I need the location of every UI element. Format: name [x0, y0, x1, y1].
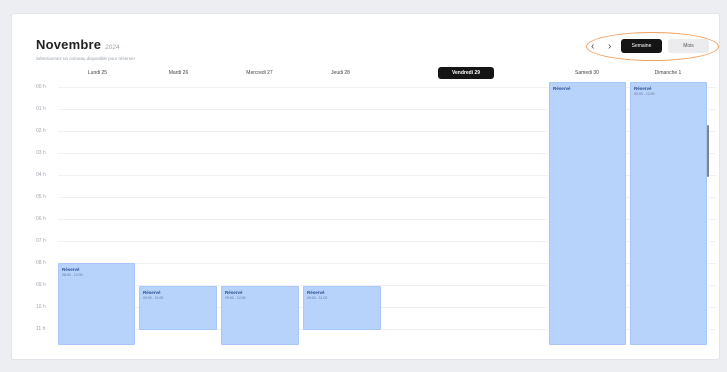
day-header-tuesday[interactable]: Mardi 26 [143, 67, 214, 79]
hour-label: 11 h [36, 326, 46, 332]
event-wednesday-reserved[interactable]: Réservé 09:00 - 12:00 [221, 286, 299, 345]
hour-label: 05 h [36, 194, 46, 200]
hour-label: 09 h [36, 282, 46, 288]
event-time: 00:00 - 12:00 [634, 92, 655, 96]
event-monday-reserved[interactable]: Réservé 08:00 - 12:00 [58, 263, 135, 345]
event-time: 09:00 - 11:00 [143, 296, 164, 300]
day-header-sunday[interactable]: Dimanche 1 [630, 67, 706, 79]
month-label: Novembre [36, 37, 102, 52]
month-view-button[interactable]: Mois [668, 39, 709, 53]
event-thursday-reserved[interactable]: Réservé 09:00 - 11:00 [303, 286, 381, 330]
hour-label: 04 h [36, 172, 46, 178]
day-header-wednesday[interactable]: Mercredi 27 [224, 67, 295, 79]
event-title: Réservé [143, 290, 161, 295]
event-title: Réservé [553, 86, 571, 91]
event-saturday-reserved[interactable]: Réservé [549, 82, 626, 345]
hour-label: 10 h [36, 304, 46, 310]
calendar-subtitle: Sélectionnez un créneau disponible pour … [36, 56, 136, 61]
event-tuesday-reserved[interactable]: Réservé 09:00 - 11:00 [139, 286, 217, 330]
day-header-thursday[interactable]: Jeudi 28 [305, 67, 376, 79]
hour-label: 03 h [36, 150, 46, 156]
day-header-monday[interactable]: Lundi 25 [62, 67, 133, 79]
event-title: Réservé [307, 290, 325, 295]
event-time: 08:00 - 12:00 [62, 273, 83, 277]
hour-label: 02 h [36, 128, 46, 134]
hour-label: 00 h [36, 84, 46, 90]
previous-week-button[interactable]: ‹ [591, 42, 594, 52]
event-title: Réservé [62, 267, 80, 272]
next-week-button[interactable]: › [608, 42, 611, 52]
hour-label: 08 h [36, 260, 46, 266]
vertical-scrollbar[interactable] [707, 125, 709, 177]
calendar-card: Novembre 2024 Sélectionnez un créneau dis… [11, 13, 720, 360]
event-time: 09:00 - 11:00 [307, 296, 328, 300]
event-sunday-reserved[interactable]: Réservé 00:00 - 12:00 [630, 82, 707, 345]
event-time: 09:00 - 12:00 [225, 296, 246, 300]
hour-label: 07 h [36, 238, 46, 244]
event-title: Réservé [634, 86, 652, 91]
day-header-friday-today[interactable]: Vendredi 29 [438, 67, 494, 79]
hour-label: 06 h [36, 216, 46, 222]
week-view-button[interactable]: Semaine [621, 39, 662, 53]
year-label: 2024 [105, 44, 120, 51]
hour-label: 01 h [36, 106, 46, 112]
event-title: Réservé [225, 290, 243, 295]
day-header-saturday[interactable]: Samedi 30 [549, 67, 625, 79]
calendar-title: Novembre 2024 [36, 37, 120, 52]
